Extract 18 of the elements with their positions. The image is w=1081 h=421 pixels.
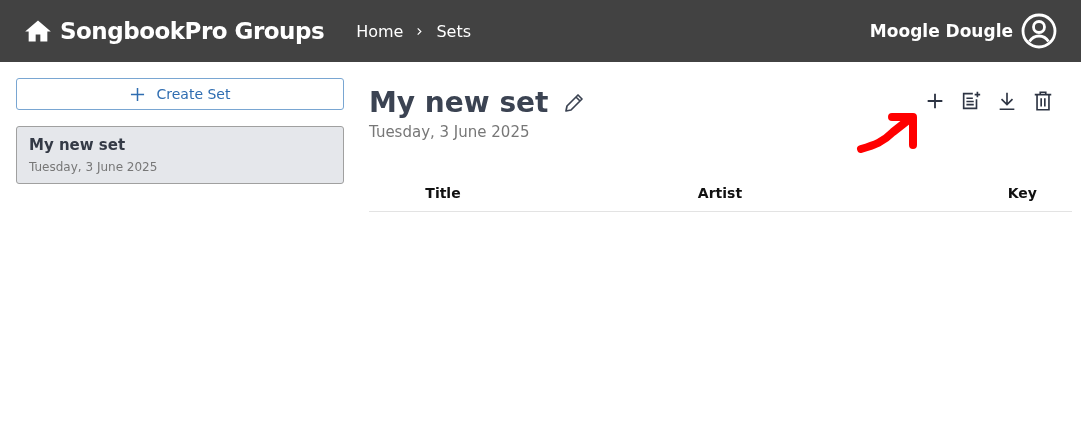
note-add-icon[interactable]: [960, 90, 982, 112]
column-header: Artist: [697, 185, 743, 201]
set-date: Tuesday, 3 June 2025: [369, 123, 531, 141]
plus-icon: [129, 86, 145, 102]
set-title: My new set: [369, 86, 549, 119]
set-list-item[interactable]: My new set Tuesday, 3 June 2025: [16, 126, 344, 184]
breadcrumb-link[interactable]: Sets: [436, 21, 471, 41]
create-set-button[interactable]: Create Set: [16, 78, 344, 110]
app-title[interactable]: SongbookPro Groups: [60, 18, 325, 44]
column-header: Key: [1007, 185, 1037, 201]
chevron-icon: [415, 26, 425, 36]
column-header: Title: [425, 185, 461, 201]
set-name: My new set: [29, 136, 127, 154]
set-date: Tuesday, 3 June 2025: [29, 160, 159, 174]
trash-icon[interactable]: [1032, 90, 1054, 112]
user-name[interactable]: Moogle Dougle: [869, 21, 1013, 41]
user-avatar-icon[interactable]: [1021, 13, 1057, 49]
breadcrumb-link[interactable]: Home: [356, 21, 404, 41]
